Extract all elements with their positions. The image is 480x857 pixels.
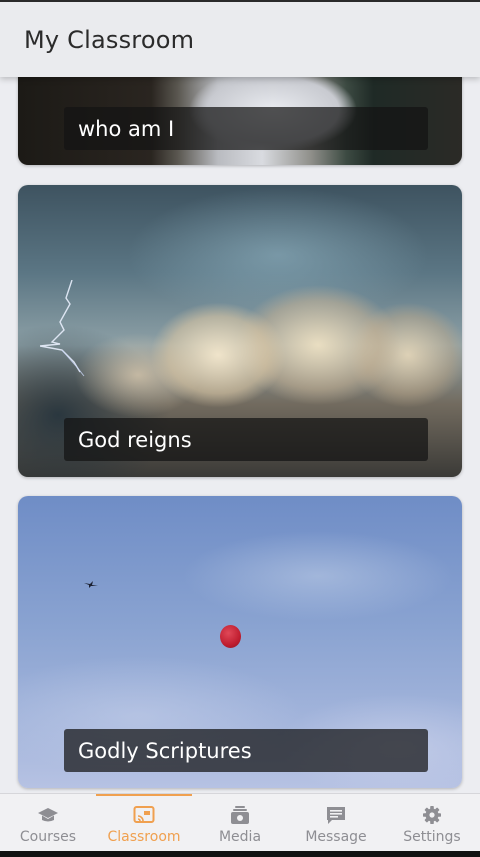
- cast-board-icon: [133, 806, 155, 823]
- status-divider: [0, 0, 480, 2]
- nav-item-settings[interactable]: Settings: [384, 794, 480, 851]
- nav-label: Media: [218, 829, 262, 845]
- app-bar: My Classroom: [0, 2, 480, 77]
- media-stack-icon: [231, 806, 249, 824]
- gear-icon: [423, 806, 441, 824]
- card-title: God reigns: [64, 418, 428, 461]
- nav-label: Message: [305, 829, 367, 845]
- card-title: Godly Scriptures: [64, 729, 428, 772]
- classroom-card-god-reigns[interactable]: God reigns: [18, 185, 462, 477]
- classroom-card-godly-scriptures[interactable]: Godly Scriptures: [18, 496, 462, 788]
- bird-icon: [84, 581, 98, 588]
- graduation-cap-icon: [38, 808, 58, 822]
- nav-item-classroom[interactable]: Classroom: [96, 794, 192, 851]
- classroom-list[interactable]: who am I God reigns Godly Scriptures: [0, 0, 480, 793]
- nav-label: Classroom: [107, 829, 181, 845]
- system-bar: [0, 851, 480, 857]
- nav-label: Courses: [19, 829, 77, 845]
- message-icon: [327, 807, 345, 824]
- nav-item-message[interactable]: Message: [288, 794, 384, 851]
- card-title: who am I: [64, 107, 428, 150]
- bottom-navigation: Courses Classroom Media Message Settings: [0, 793, 480, 851]
- nav-item-courses[interactable]: Courses: [0, 794, 96, 851]
- page-title: My Classroom: [24, 25, 195, 54]
- nav-item-media[interactable]: Media: [192, 794, 288, 851]
- nav-label: Settings: [403, 829, 461, 845]
- lightning-icon: [40, 280, 85, 377]
- balloon-image: [220, 625, 241, 648]
